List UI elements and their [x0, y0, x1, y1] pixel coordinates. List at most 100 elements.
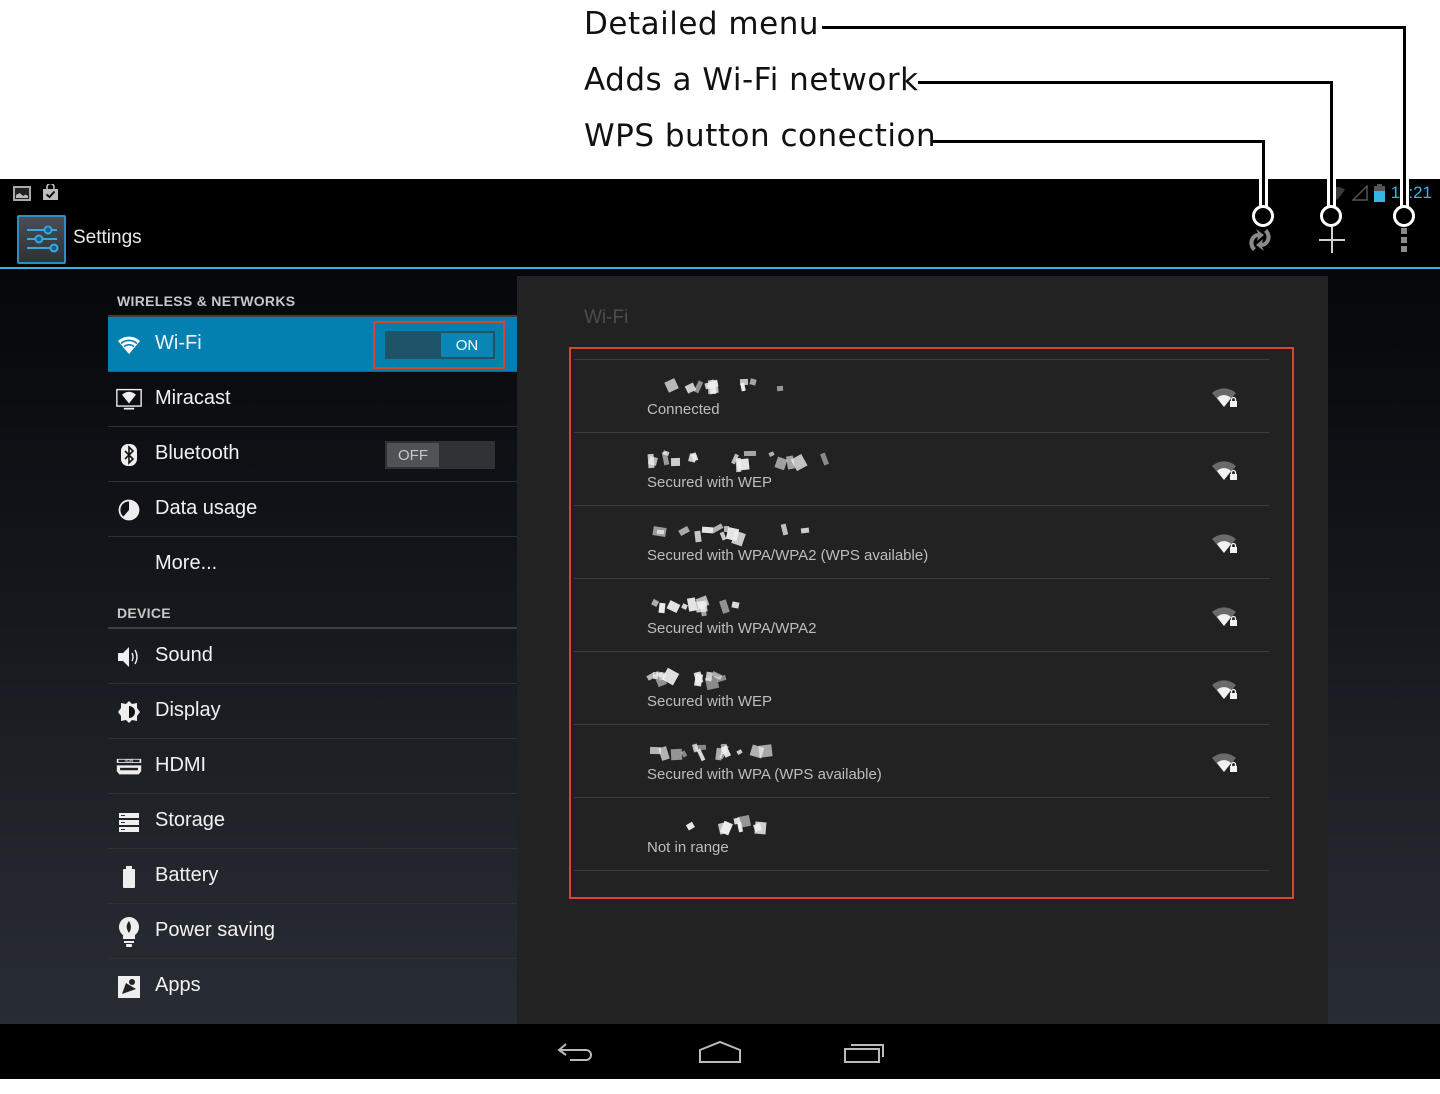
network-status: Secured with WPA/WPA2 — [647, 620, 817, 637]
gallery-icon — [13, 186, 31, 201]
settings-item-data-usage[interactable]: Data usage — [108, 482, 517, 537]
wifi-icon — [116, 332, 142, 358]
action-bar: Settings — [0, 207, 1440, 269]
wps-icon — [1249, 229, 1271, 251]
settings-item-miracast[interactable]: Miracast — [108, 372, 517, 427]
network-row[interactable]: Connected — [574, 360, 1270, 433]
back-icon — [557, 1043, 592, 1061]
shopping-bag-icon — [43, 184, 58, 200]
recent-apps-icon — [844, 1044, 884, 1063]
settings-item-more[interactable]: More... — [108, 537, 517, 592]
home-icon — [699, 1040, 741, 1063]
network-row[interactable]: Secured with WPA (WPS available) — [574, 725, 1270, 798]
display-icon — [116, 699, 142, 725]
section-header-wireless: WIRELESS & NETWORKS — [108, 269, 517, 317]
network-status: Secured with WPA/WPA2 (WPS available) — [647, 547, 929, 564]
bluetooth-toggle[interactable]: OFF — [385, 441, 495, 469]
network-list: Connected Secured with WEP Secured with WP… — [574, 359, 1270, 871]
network-ssid-obscured — [647, 595, 817, 617]
settings-list: WIRELESS & NETWORKS Wi-Fi ON Miracast Bl… — [108, 269, 517, 1014]
ssid-blob — [754, 821, 767, 834]
data-usage-icon — [116, 497, 142, 523]
settings-item-label: Data usage — [155, 497, 258, 519]
ssid-blob — [731, 601, 740, 609]
cell-signal-icon — [1351, 185, 1368, 201]
settings-item-label: Apps — [155, 974, 201, 996]
network-status: Connected — [647, 401, 720, 418]
hdmi-icon: HDMI — [116, 754, 142, 780]
annotation-add-network: Adds a Wi-Fi network — [584, 62, 919, 98]
sliders-icon — [27, 225, 59, 253]
settings-item-display[interactable]: Display — [108, 684, 517, 739]
settings-item-wifi[interactable]: Wi-Fi ON — [108, 317, 517, 372]
settings-item-apps[interactable]: Apps — [108, 959, 517, 1014]
home-button[interactable] — [690, 1034, 750, 1070]
ssid-blob — [749, 378, 757, 387]
wifi-locked-signal-icon — [1212, 388, 1237, 407]
annotation-wps: WPS button conection — [584, 118, 937, 154]
settings-item-battery[interactable]: Battery — [108, 849, 517, 904]
network-row[interactable]: Secured with WPA/WPA2 — [574, 579, 1270, 652]
network-row[interactable]: Not in range — [574, 798, 1270, 871]
ssid-blob — [686, 821, 696, 832]
network-ssid-obscured — [647, 741, 817, 761]
toggle-knob: ON — [441, 333, 493, 357]
plus-icon — [1319, 227, 1345, 253]
settings-app-icon[interactable] — [17, 215, 66, 264]
settings-item-hdmi[interactable]: HDMI HDMI — [108, 739, 517, 794]
callout-line — [918, 81, 1333, 84]
wifi-toggle[interactable]: ON — [385, 331, 495, 359]
network-ssid-obscured — [647, 449, 830, 472]
section-title: WIRELESS & NETWORKS — [117, 293, 296, 309]
settings-item-storage[interactable]: Storage — [108, 794, 517, 849]
network-status: Not in range — [647, 839, 729, 856]
panel-title: Wi-Fi — [584, 307, 629, 328]
callout-line — [932, 140, 1265, 143]
ssid-blob — [720, 743, 727, 754]
wifi-locked-signal-icon — [1212, 753, 1237, 772]
sound-icon — [116, 644, 142, 670]
ssid-blob — [650, 598, 660, 608]
navigation-bar — [0, 1024, 1440, 1079]
ssid-blob — [693, 671, 704, 685]
ssid-blob — [719, 599, 731, 615]
bluetooth-icon — [116, 442, 142, 468]
network-row[interactable]: Secured with WPA/WPA2 (WPS available) — [574, 506, 1270, 579]
back-button[interactable] — [546, 1034, 606, 1070]
toggle-knob: OFF — [387, 443, 439, 467]
ssid-blob — [658, 672, 665, 681]
ssid-blob — [719, 531, 727, 541]
ssid-blob — [670, 458, 680, 467]
wifi-detail-panel: Wi-Fi Connected Secured with WEP Secured w… — [517, 276, 1328, 1026]
app-title: Settings — [73, 227, 142, 248]
recent-apps-button[interactable] — [835, 1034, 895, 1070]
ssid-blob — [694, 530, 703, 543]
callout-marker — [1252, 205, 1274, 227]
apps-icon — [116, 974, 142, 1000]
settings-item-label: HDMI — [155, 754, 207, 776]
ssid-blob — [658, 602, 667, 613]
callout-line — [1403, 179, 1406, 207]
network-row[interactable]: Secured with WEP — [574, 433, 1270, 506]
ssid-blob — [681, 603, 688, 611]
storage-icon — [116, 809, 142, 835]
settings-item-sound[interactable]: Sound — [108, 629, 517, 684]
network-row[interactable]: Secured with WEP — [574, 652, 1270, 725]
annotation-detailed-menu: Detailed menu — [584, 6, 819, 42]
ssid-blob — [666, 600, 681, 613]
battery-icon — [1373, 184, 1385, 202]
status-icons: 11:21 — [1328, 182, 1432, 204]
ssid-blob — [768, 450, 776, 457]
clock: 11:21 — [1390, 183, 1432, 202]
device-screen: 11:21 Settings WIRELESS & NETWORKS Wi-Fi… — [0, 179, 1440, 1079]
ssid-blob — [664, 377, 679, 393]
ssid-blob — [656, 529, 664, 535]
wifi-locked-signal-icon — [1212, 607, 1237, 626]
settings-item-power-saving[interactable]: Power saving — [108, 904, 517, 959]
settings-item-label: Power saving — [155, 919, 276, 941]
settings-item-bluetooth[interactable]: Bluetooth OFF — [108, 427, 517, 482]
ssid-blob — [670, 748, 683, 761]
miracast-icon — [116, 387, 142, 413]
settings-item-label: Battery — [155, 864, 219, 886]
svg-text:HDMI: HDMI — [125, 759, 134, 763]
